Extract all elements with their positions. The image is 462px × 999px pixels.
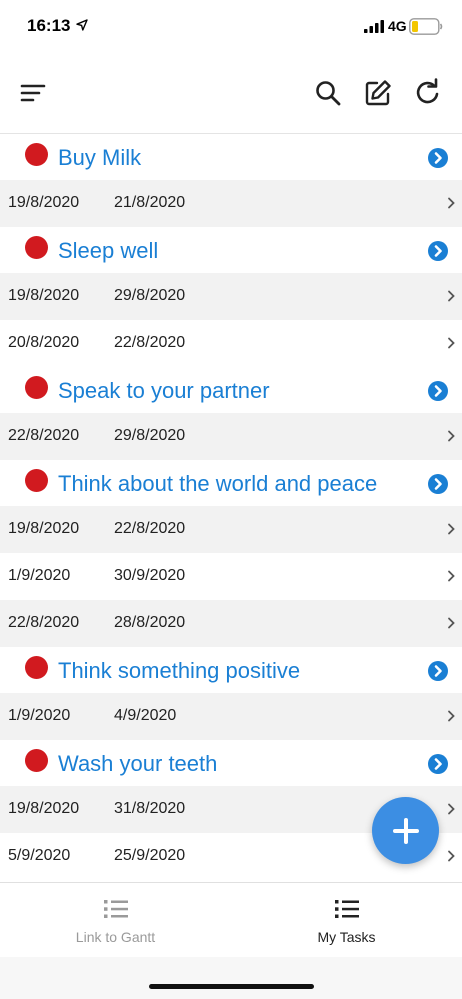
date-row[interactable]: 19/8/2020 29/8/2020 <box>0 273 462 320</box>
start-date: 22/8/2020 <box>8 614 80 631</box>
status-dot-icon <box>25 143 48 166</box>
start-date: 19/8/2020 <box>8 194 80 211</box>
start-date: 5/9/2020 <box>8 847 71 864</box>
date-row[interactable]: 19/8/2020 22/8/2020 <box>0 506 462 553</box>
bottom-tab-bar: Link to Gantt My Tasks <box>0 882 462 957</box>
start-date: 19/8/2020 <box>8 520 80 537</box>
status-dot-icon <box>25 749 48 772</box>
start-date: 19/8/2020 <box>8 800 80 817</box>
chevron-right-icon <box>448 337 455 349</box>
chevron-circle-right-icon[interactable] <box>428 661 448 681</box>
tab-label: My Tasks <box>317 929 376 945</box>
chevron-circle-right-icon[interactable] <box>428 148 448 168</box>
task-title[interactable]: Think something positive <box>58 658 300 684</box>
end-date: 29/8/2020 <box>114 427 186 444</box>
end-date: 28/8/2020 <box>114 614 186 631</box>
start-date: 20/8/2020 <box>8 334 80 351</box>
end-date: 22/8/2020 <box>114 520 186 537</box>
start-date: 19/8/2020 <box>8 287 80 304</box>
plus-icon <box>392 817 419 844</box>
status-bar: 16:13 4G <box>0 0 462 56</box>
chevron-right-icon <box>448 850 455 862</box>
home-area <box>0 957 462 999</box>
chevron-right-icon <box>448 197 455 209</box>
home-indicator[interactable] <box>149 984 314 989</box>
end-date: 4/9/2020 <box>114 707 177 724</box>
date-row[interactable]: 19/8/2020 21/8/2020 <box>0 180 462 227</box>
status-dot-icon <box>25 656 48 679</box>
tab-link-to-gantt[interactable]: Link to Gantt <box>0 883 231 958</box>
refresh-icon[interactable] <box>413 78 443 108</box>
chevron-right-icon <box>448 710 455 722</box>
start-date: 22/8/2020 <box>8 427 80 444</box>
end-date: 30/9/2020 <box>114 567 186 584</box>
chevron-circle-right-icon[interactable] <box>428 474 448 494</box>
chevron-circle-right-icon[interactable] <box>428 381 448 401</box>
task-header[interactable]: Sleep well <box>0 227 462 273</box>
task-title[interactable]: Wash your teeth <box>58 751 217 777</box>
chevron-right-icon <box>448 430 455 442</box>
task-header[interactable]: Wash your teeth <box>0 740 462 786</box>
task-title[interactable]: Sleep well <box>58 238 158 264</box>
chevron-right-icon <box>448 617 455 629</box>
edit-icon[interactable] <box>363 78 393 108</box>
start-date: 1/9/2020 <box>8 707 71 724</box>
task-header[interactable]: Think something positive <box>0 647 462 693</box>
task-title[interactable]: Speak to your partner <box>58 378 270 404</box>
list-icon <box>335 900 359 918</box>
chevron-circle-right-icon[interactable] <box>428 754 448 774</box>
task-title[interactable]: Buy Milk <box>58 145 141 171</box>
date-row[interactable]: 22/8/2020 28/8/2020 <box>0 600 462 647</box>
tab-label: Link to Gantt <box>75 929 156 945</box>
task-list: Buy Milk 19/8/2020 21/8/2020 Sleep well … <box>0 134 462 880</box>
menu-icon[interactable] <box>18 78 48 108</box>
chevron-circle-right-icon[interactable] <box>428 241 448 261</box>
date-row[interactable]: 22/8/2020 29/8/2020 <box>0 413 462 460</box>
status-time: 16:13 <box>27 16 71 35</box>
date-row[interactable]: 1/9/2020 4/9/2020 <box>0 693 462 740</box>
end-date: 22/8/2020 <box>114 334 186 351</box>
start-date: 1/9/2020 <box>8 567 71 584</box>
date-row[interactable]: 20/8/2020 22/8/2020 <box>0 320 462 367</box>
status-dot-icon <box>25 376 48 399</box>
list-icon <box>104 900 128 918</box>
task-header[interactable]: Think about the world and peace <box>0 460 462 506</box>
signal-icon <box>364 20 384 33</box>
end-date: 29/8/2020 <box>114 287 186 304</box>
end-date: 31/8/2020 <box>114 800 186 817</box>
chevron-right-icon <box>448 570 455 582</box>
date-row[interactable]: 1/9/2020 30/9/2020 <box>0 553 462 600</box>
network-label: 4G <box>388 18 407 34</box>
status-dot-icon <box>25 236 48 259</box>
chevron-right-icon <box>448 803 455 815</box>
top-toolbar <box>0 56 462 134</box>
tab-my-tasks[interactable]: My Tasks <box>231 883 462 958</box>
location-arrow-icon <box>76 19 88 31</box>
task-title[interactable]: Think about the world and peace <box>58 471 377 497</box>
task-header[interactable]: Speak to your partner <box>0 367 462 413</box>
search-icon[interactable] <box>313 78 343 108</box>
add-task-button[interactable] <box>372 797 439 864</box>
end-date: 25/9/2020 <box>114 847 186 864</box>
battery-icon <box>409 18 443 35</box>
status-dot-icon <box>25 469 48 492</box>
chevron-right-icon <box>448 523 455 535</box>
chevron-right-icon <box>448 290 455 302</box>
end-date: 21/8/2020 <box>114 194 186 211</box>
task-header[interactable]: Buy Milk <box>0 134 462 180</box>
